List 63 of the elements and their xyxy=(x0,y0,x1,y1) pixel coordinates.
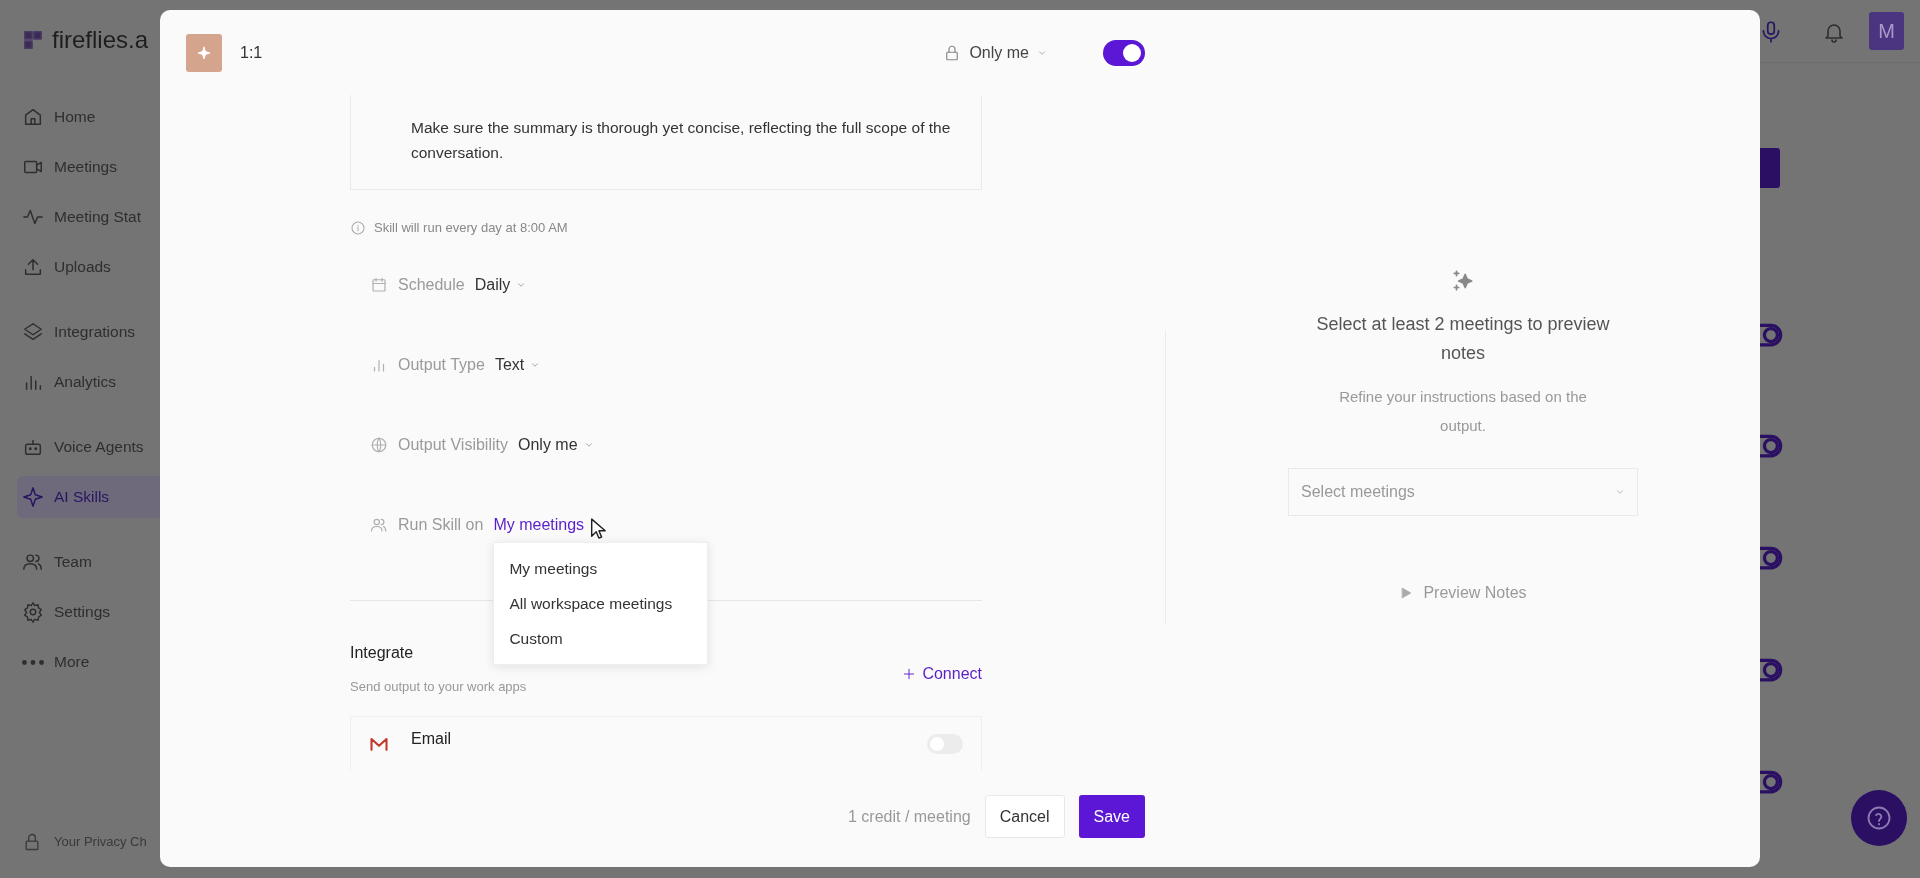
avatar[interactable]: M xyxy=(1869,12,1904,50)
section-subtitle: Send output to your work apps xyxy=(350,677,527,696)
privacy-link[interactable]: Your Privacy Ch xyxy=(54,832,147,852)
mouse-cursor-icon xyxy=(589,515,608,542)
setting-label: Output Visibility xyxy=(398,434,508,455)
calendar-icon xyxy=(370,275,388,294)
setting-dropdown[interactable]: Only me xyxy=(518,432,594,457)
setting-label: Output Type xyxy=(398,354,485,375)
preview-subtitle: Refine your instructions based on the output. xyxy=(1338,387,1588,436)
sidebar-item[interactable]: Meetings xyxy=(17,146,160,188)
meetings-select[interactable]: Select meetings xyxy=(1288,468,1638,516)
sidebar-item[interactable]: Home xyxy=(17,96,160,138)
more-icon xyxy=(22,659,44,665)
setting-label: Run Skill on xyxy=(398,514,484,535)
menu-item[interactable]: My meetings xyxy=(494,550,708,586)
skill-title: 1:1 xyxy=(240,42,263,63)
layers-icon xyxy=(22,321,44,343)
sparkle-icon xyxy=(22,486,44,508)
connect-button[interactable]: Connect xyxy=(902,662,982,685)
plus-icon xyxy=(902,666,917,681)
save-button[interactable]: Save xyxy=(1078,795,1145,838)
info-icon xyxy=(350,219,366,236)
settings-icon xyxy=(22,601,44,623)
setting-label: Schedule xyxy=(398,274,465,295)
logo-text: fireflies.a xyxy=(52,25,149,55)
home-icon xyxy=(22,106,44,128)
sidebar-item[interactable]: More xyxy=(17,641,160,683)
chevron-down-icon xyxy=(1615,487,1625,497)
sidebar-item[interactable]: Meeting Stat xyxy=(17,196,160,238)
integration-name: Email xyxy=(411,728,451,749)
sidebar-item[interactable]: Analytics xyxy=(17,361,160,403)
upload-icon xyxy=(22,256,44,278)
sidebar-item[interactable]: Integrations xyxy=(17,311,160,353)
toggle-edge-icon xyxy=(1760,322,1784,348)
setting-dropdown[interactable]: Text xyxy=(494,352,541,377)
sidebar-item[interactable]: Settings xyxy=(17,591,160,633)
sidebar-item[interactable]: Voice Agents xyxy=(17,426,160,468)
toggle-edge-icon xyxy=(1760,657,1784,683)
credit-cost: 1 credit / meeting xyxy=(848,806,971,827)
sidebar-item[interactable]: Uploads xyxy=(17,246,160,288)
preview-title: Select at least 2 meetings to preview notes xyxy=(1315,313,1611,365)
schedule-note: Skill will run every day at 8:00 AM xyxy=(374,219,568,237)
menu-item[interactable]: Custom xyxy=(494,621,708,657)
globe-icon xyxy=(370,435,388,454)
toggle-edge-icon xyxy=(1760,433,1784,459)
sidebar-item[interactable]: AI Skills xyxy=(17,476,160,518)
sparkle-icon xyxy=(197,45,211,60)
setting-dropdown[interactable]: Daily xyxy=(474,272,527,297)
enable-toggle[interactable] xyxy=(1103,39,1145,66)
help-icon xyxy=(1865,804,1893,832)
button-edge xyxy=(1760,148,1780,188)
section-title: Integrate xyxy=(350,642,415,663)
preview-notes-button[interactable]: Preview Notes xyxy=(1393,580,1533,606)
toggle-edge-icon xyxy=(1760,769,1784,795)
play-icon xyxy=(1399,586,1414,600)
help-button[interactable] xyxy=(1851,790,1907,846)
people-icon xyxy=(22,551,44,573)
visibility-dropdown[interactable]: Only me xyxy=(943,40,1047,65)
sidebar-item[interactable]: Team xyxy=(17,541,160,583)
toggle-edge-icon xyxy=(1760,545,1784,571)
instructions-field[interactable]: Make sure the summary is thorough yet concise, reflecting the full scope of the conversation. xyxy=(350,95,982,190)
cancel-button[interactable]: Cancel xyxy=(984,795,1065,838)
menu-item[interactable]: All workspace meetings xyxy=(494,585,708,621)
